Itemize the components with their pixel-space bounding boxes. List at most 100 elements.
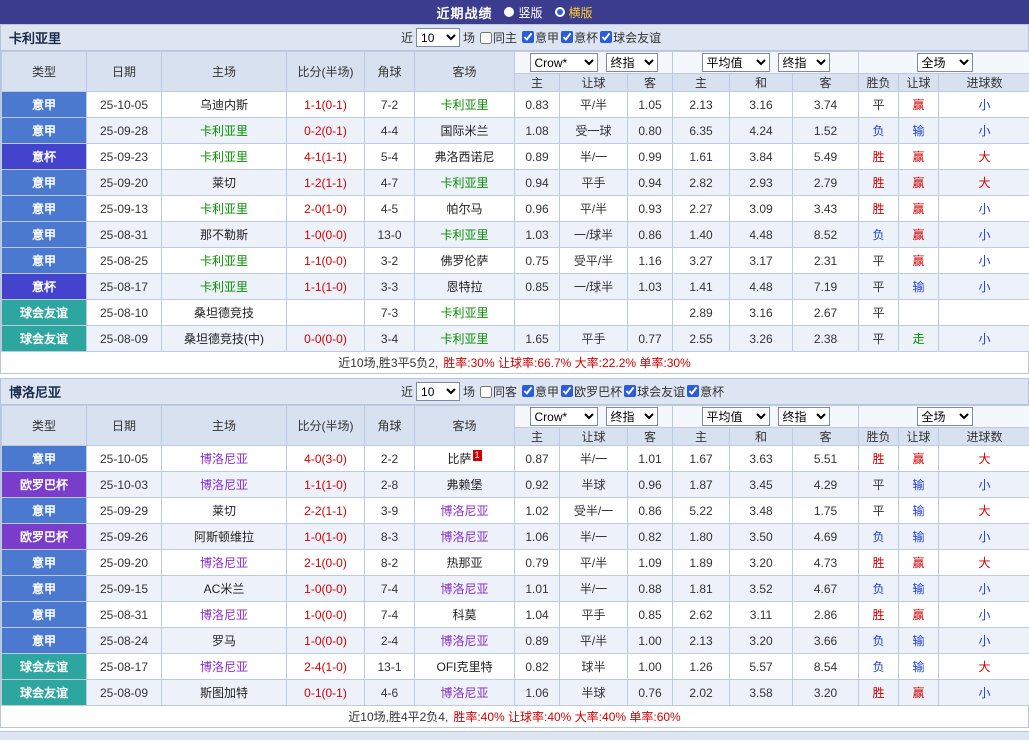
- avg-time-select[interactable]: 终指: [778, 53, 830, 72]
- same-venue-filter[interactable]: 同客: [480, 383, 517, 400]
- avg-source-select[interactable]: 平均值: [702, 53, 770, 72]
- away-team-cell[interactable]: 卡利亚里: [415, 92, 515, 118]
- home-team-cell[interactable]: 博洛尼亚: [162, 654, 287, 680]
- horizontal-radio-icon[interactable]: [555, 7, 565, 17]
- league-checkbox-label: 欧罗巴杯: [574, 383, 622, 400]
- home-team-cell[interactable]: 乌迪内斯: [162, 92, 287, 118]
- home-team-cell[interactable]: 卡利亚里: [162, 144, 287, 170]
- same-venue-checkbox[interactable]: [480, 386, 492, 398]
- corner-cell: 5-4: [365, 144, 415, 170]
- odds-time-select[interactable]: 终指: [606, 53, 658, 72]
- home-team-cell[interactable]: AC米兰: [162, 576, 287, 602]
- match-row: 意杯25-08-17卡利亚里1-1(1-0)3-3恩特拉0.85一/球半1.03…: [2, 274, 1029, 300]
- home-team-cell[interactable]: 斯图加特: [162, 680, 287, 706]
- league-checkbox[interactable]: [600, 31, 612, 43]
- near-label: 近: [401, 383, 413, 400]
- filter-bar: 近 10 场 同主 意甲意杯球会友谊: [401, 25, 661, 50]
- avg-draw-odds-cell: 3.58: [730, 680, 793, 706]
- layout-horizontal-option[interactable]: 横版: [555, 4, 593, 21]
- home-team-cell[interactable]: 卡利亚里: [162, 248, 287, 274]
- score-cell: 4-0(3-0): [287, 446, 365, 472]
- avg-draw-odds-cell: 3.84: [730, 144, 793, 170]
- away-team-cell[interactable]: 卡利亚里: [415, 170, 515, 196]
- league-filter-意甲[interactable]: 意甲: [522, 29, 559, 46]
- league-checkbox[interactable]: [561, 385, 573, 397]
- home-team-cell[interactable]: 罗马: [162, 628, 287, 654]
- league-filter-球会友谊[interactable]: 球会友谊: [624, 383, 685, 400]
- home-team-cell[interactable]: 桑坦德竞技: [162, 300, 287, 326]
- league-filter-意杯[interactable]: 意杯: [687, 383, 724, 400]
- avg-time-select[interactable]: 终指: [778, 407, 830, 426]
- away-team-cell[interactable]: 博洛尼亚: [415, 524, 515, 550]
- avg-home-odds-cell: 2.62: [673, 602, 730, 628]
- league-checkbox[interactable]: [522, 31, 534, 43]
- league-checkbox[interactable]: [687, 385, 699, 397]
- date-cell: 25-09-15: [87, 576, 162, 602]
- league-checkbox[interactable]: [561, 31, 573, 43]
- away-team-cell[interactable]: 比萨1: [415, 446, 515, 472]
- away-team-cell[interactable]: 博洛尼亚: [415, 680, 515, 706]
- same-venue-checkbox[interactable]: [480, 32, 492, 44]
- match-row: 欧罗巴杯25-09-26阿斯顿维拉1-0(1-0)8-3博洛尼亚1.06半/一0…: [2, 524, 1029, 550]
- score-cell: 1-0(0-0): [287, 576, 365, 602]
- away-team-cell[interactable]: OFI克里特: [415, 654, 515, 680]
- league-type-cell: 意甲: [2, 248, 87, 274]
- away-team-cell[interactable]: 弗赖堡: [415, 472, 515, 498]
- home-team-cell[interactable]: 莱切: [162, 498, 287, 524]
- home-team-cell[interactable]: 博洛尼亚: [162, 446, 287, 472]
- away-team-cell[interactable]: 科莫: [415, 602, 515, 628]
- home-team-cell[interactable]: 莱切: [162, 170, 287, 196]
- matches-table-bologna: 类型 日期 主场 比分(半场) 角球 客场 Crow* 终指 平均值 终指: [1, 405, 1029, 706]
- away-team-cell[interactable]: 热那亚: [415, 550, 515, 576]
- handicap-line-cell: 受半/一: [560, 498, 628, 524]
- away-team-cell[interactable]: 弗洛西诺尼: [415, 144, 515, 170]
- league-checkbox[interactable]: [624, 385, 636, 397]
- away-team-cell[interactable]: 博洛尼亚: [415, 576, 515, 602]
- home-team-cell[interactable]: 阿斯顿维拉: [162, 524, 287, 550]
- home-team-cell[interactable]: 博洛尼亚: [162, 550, 287, 576]
- away-team-cell[interactable]: 卡利亚里: [415, 326, 515, 352]
- away-team-cell[interactable]: 国际米兰: [415, 118, 515, 144]
- away-team-cell[interactable]: 卡利亚里: [415, 222, 515, 248]
- match-count-select[interactable]: 10: [416, 28, 460, 47]
- home-team-cell[interactable]: 卡利亚里: [162, 196, 287, 222]
- odds-source-select[interactable]: Crow*: [530, 407, 598, 426]
- handicap-away-odds-cell: 0.82: [628, 524, 673, 550]
- scope-select[interactable]: 全场: [917, 407, 973, 426]
- league-filter-欧罗巴杯[interactable]: 欧罗巴杯: [561, 383, 622, 400]
- away-team-cell[interactable]: 帕尔马: [415, 196, 515, 222]
- league-checkbox[interactable]: [522, 385, 534, 397]
- layout-vertical-option[interactable]: 竖版: [504, 4, 542, 21]
- odds-source-select[interactable]: Crow*: [530, 53, 598, 72]
- home-team-cell[interactable]: 那不勒斯: [162, 222, 287, 248]
- vertical-radio-icon[interactable]: [504, 7, 514, 17]
- home-team-cell[interactable]: 博洛尼亚: [162, 602, 287, 628]
- away-team-cell[interactable]: 博洛尼亚: [415, 628, 515, 654]
- league-filter-球会友谊[interactable]: 球会友谊: [600, 29, 661, 46]
- handicap-result-cell: 赢: [899, 446, 939, 472]
- away-team-cell[interactable]: 博洛尼亚: [415, 498, 515, 524]
- scope-select[interactable]: 全场: [917, 53, 973, 72]
- score-cell: 1-0(0-0): [287, 602, 365, 628]
- avg-away-odds-cell: 1.52: [793, 118, 859, 144]
- league-filter-意杯[interactable]: 意杯: [561, 29, 598, 46]
- away-team-cell[interactable]: 佛罗伦萨: [415, 248, 515, 274]
- away-team-cell[interactable]: 卡利亚里: [415, 300, 515, 326]
- home-team-cell[interactable]: 卡利亚里: [162, 274, 287, 300]
- match-row: 球会友谊25-08-17博洛尼亚2-4(1-0)13-1OFI克里特0.82球半…: [2, 654, 1029, 680]
- odds-time-select[interactable]: 终指: [606, 407, 658, 426]
- avg-home-odds-cell: 1.41: [673, 274, 730, 300]
- home-team-cell[interactable]: 卡利亚里: [162, 118, 287, 144]
- handicap-line-cell: 半球: [560, 472, 628, 498]
- league-filter-意甲[interactable]: 意甲: [522, 383, 559, 400]
- handicap-home-odds-cell: 0.82: [515, 654, 560, 680]
- avg-source-select[interactable]: 平均值: [702, 407, 770, 426]
- same-venue-filter[interactable]: 同主: [480, 29, 517, 46]
- home-team-cell[interactable]: 桑坦德竞技(中): [162, 326, 287, 352]
- away-team-cell[interactable]: 恩特拉: [415, 274, 515, 300]
- date-cell: 25-10-05: [87, 446, 162, 472]
- home-team-cell[interactable]: 博洛尼亚: [162, 472, 287, 498]
- league-type-cell: 意甲: [2, 628, 87, 654]
- col-header-odds-away: 客: [628, 428, 673, 446]
- match-count-select[interactable]: 10: [416, 382, 460, 401]
